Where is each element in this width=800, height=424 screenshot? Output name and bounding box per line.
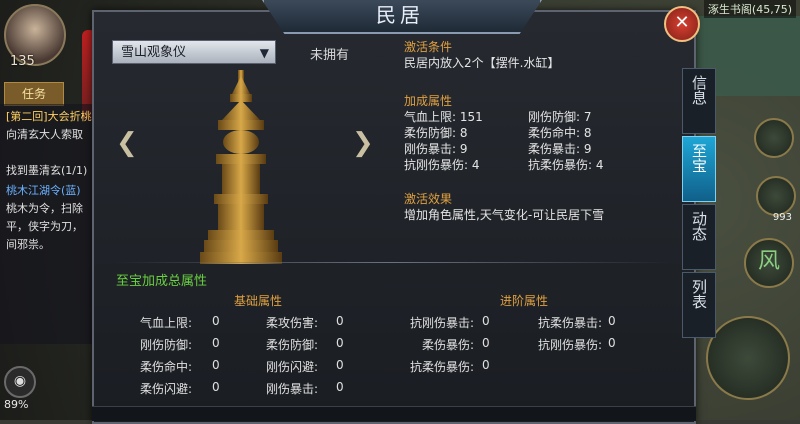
stat-value: 0 bbox=[212, 314, 220, 328]
item-count: 993 bbox=[772, 212, 792, 223]
stat-label: 柔伤暴伤: bbox=[421, 338, 474, 352]
stat-value: 0 bbox=[336, 314, 344, 328]
stat-label: 柔伤闪避: bbox=[139, 382, 192, 396]
quest-line: 找到墨清玄(1/1) bbox=[6, 164, 88, 177]
quest-line: 桃木为令，扫除 bbox=[6, 202, 83, 215]
tab-dynamic[interactable]: 动态 bbox=[682, 204, 716, 270]
bonus-stat: 气血上限: 151 bbox=[404, 110, 483, 124]
section-divider bbox=[112, 262, 672, 263]
quest-line[interactable]: 桃木江湖令(蓝) bbox=[6, 182, 81, 198]
treasure-pagoda-image bbox=[200, 70, 282, 264]
bonus-stat: 柔伤命中: 8 bbox=[528, 126, 592, 140]
activation-condition-text: 民居内放入2个【摆件.水缸】 bbox=[404, 56, 560, 70]
stat-label: 抗柔伤暴伤: bbox=[409, 360, 474, 374]
quest-line: 间邪祟。 bbox=[6, 238, 50, 251]
fan-attack-button[interactable] bbox=[706, 316, 790, 400]
bonus-stat: 柔伤防御: 8 bbox=[404, 126, 468, 140]
prev-arrow-icon[interactable]: ❮ bbox=[116, 128, 138, 158]
stat-label: 刚伤防御: bbox=[139, 338, 192, 352]
dialog-bottom-frame bbox=[92, 406, 696, 421]
owned-status: 未拥有 bbox=[310, 48, 350, 63]
effect-text: 增加角色属性,天气变化-可让民居下雪 bbox=[404, 208, 605, 222]
treasure-select[interactable]: 雪山观象仪 ▼ bbox=[112, 40, 276, 64]
stat-value: 0 bbox=[212, 380, 220, 394]
stat-value: 0 bbox=[608, 336, 616, 350]
stat-value: 0 bbox=[336, 358, 344, 372]
bonus-stat: 抗刚伤暴伤: 4 bbox=[404, 158, 480, 172]
bonus-title: 加成属性 bbox=[404, 94, 453, 108]
potion-button[interactable] bbox=[756, 176, 796, 216]
bonus-stat: 柔伤暴击: 9 bbox=[528, 142, 592, 156]
stat-label: 柔伤防御: bbox=[265, 338, 318, 352]
activation-condition-title: 激活条件 bbox=[404, 40, 453, 54]
chevron-down-icon: ▼ bbox=[259, 46, 269, 60]
stat-label: 抗刚伤暴伤: bbox=[537, 338, 602, 352]
effect-title: 激活效果 bbox=[404, 192, 453, 206]
bonus-stat: 刚伤防御: 7 bbox=[528, 110, 592, 124]
tab-info[interactable]: 信息 bbox=[682, 68, 716, 134]
stat-value: 0 bbox=[212, 358, 220, 372]
camera-icon[interactable]: ◉ bbox=[4, 366, 36, 398]
stat-value: 0 bbox=[336, 336, 344, 350]
treasure-select-value: 雪山观象仪 bbox=[121, 45, 187, 60]
quest-line: 向清玄大人索取 bbox=[6, 128, 83, 141]
stat-value: 0 bbox=[608, 314, 616, 328]
bonus-stat: 抗柔伤暴伤: 4 bbox=[528, 158, 604, 172]
stat-label: 抗刚伤暴击: bbox=[409, 316, 474, 330]
next-arrow-icon[interactable]: ❯ bbox=[352, 128, 374, 158]
totals-title: 至宝加成总属性 bbox=[116, 274, 208, 289]
stat-value: 0 bbox=[482, 336, 490, 350]
close-button[interactable]: ✕ bbox=[664, 6, 700, 42]
stat-value: 0 bbox=[482, 314, 490, 328]
tab-list[interactable]: 列表 bbox=[682, 272, 716, 338]
stat-label: 气血上限: bbox=[139, 316, 192, 330]
advanced-attributes-header: 进阶属性 bbox=[500, 294, 549, 308]
stat-label: 柔攻伤害: bbox=[265, 316, 318, 330]
stat-value: 0 bbox=[212, 336, 220, 350]
quest-line: 平，侠字为刀， bbox=[6, 220, 83, 233]
battery-status: 89% bbox=[4, 398, 29, 411]
quest-tab[interactable]: 任务 bbox=[4, 82, 64, 106]
stat-value: 0 bbox=[336, 380, 344, 394]
basic-attributes-header: 基础属性 bbox=[234, 294, 283, 308]
stat-label: 抗柔伤暴击: bbox=[537, 316, 602, 330]
wind-skill-button[interactable]: 风 bbox=[744, 238, 794, 288]
quest-line[interactable]: [第二回]大会折桃 bbox=[6, 108, 92, 124]
player-level: 135 bbox=[10, 54, 35, 69]
stat-label: 柔伤命中: bbox=[139, 360, 192, 374]
tab-treasure[interactable]: 至宝 bbox=[682, 136, 716, 202]
stat-value: 0 bbox=[482, 358, 490, 372]
stat-label: 刚伤暴击: bbox=[265, 382, 318, 396]
stat-label: 刚伤闪避: bbox=[265, 360, 318, 374]
skill-button[interactable] bbox=[754, 118, 794, 158]
bonus-stat: 刚伤暴击: 9 bbox=[404, 142, 468, 156]
